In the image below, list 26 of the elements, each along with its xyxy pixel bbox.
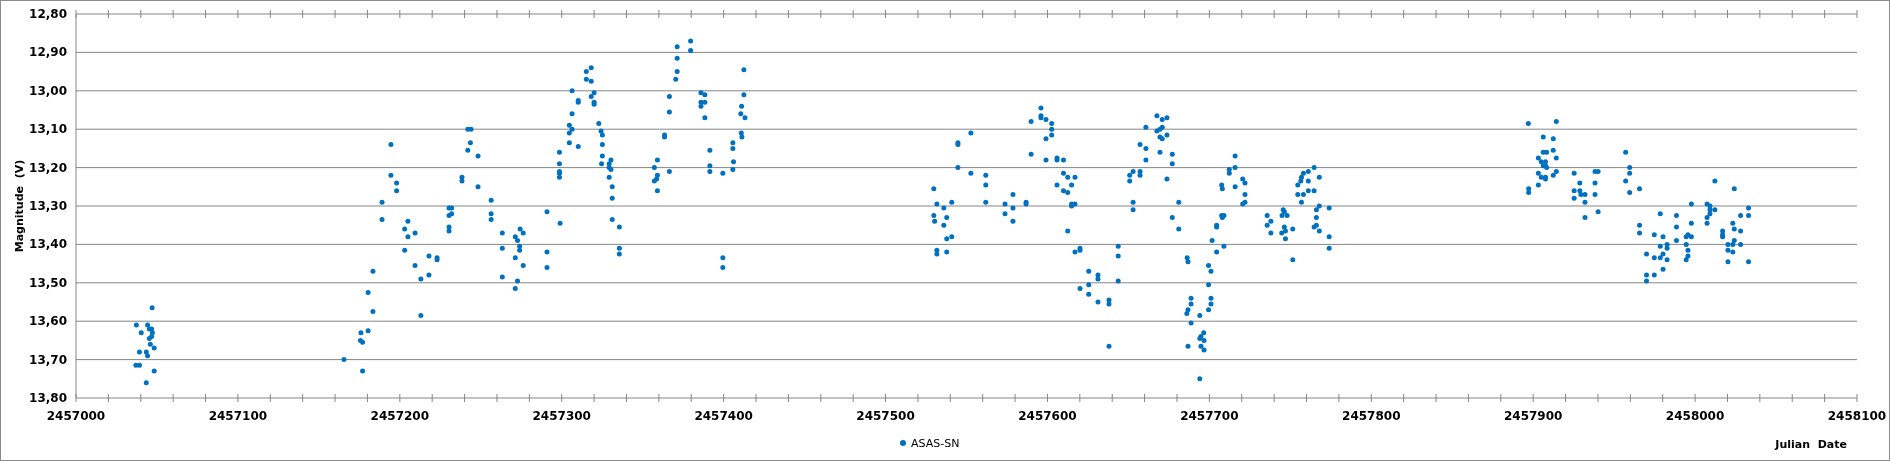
axis-label: 2457500 [856,409,915,423]
axis-label: 13,30 [29,199,67,213]
axis-label: 13,00 [29,83,67,98]
axis-label: 2457600 [1018,409,1077,423]
axis-label: 13,20 [29,160,67,175]
axis-label: 12,90 [29,45,67,60]
axis-label: 13,50 [29,275,67,290]
axis-label: 2457000 [46,409,106,423]
axis-label: 12,80 [29,7,67,21]
axis-title: Julian Date [1775,438,1847,451]
axis-label: 2457200 [370,409,430,423]
axis-label: 2457800 [1342,409,1401,423]
axis-label: 13,60 [29,314,67,329]
axis-label: 2458000 [1665,409,1725,423]
legend-label: ASAS-SN [911,437,960,450]
axis-label: 2457300 [532,409,591,423]
axis-title: Magnitude (V) [13,159,26,253]
axis-label: 2457400 [694,409,753,423]
axis-label: 2457700 [1180,409,1239,423]
axis-label: 13,40 [29,237,67,252]
axis-label: 13,80 [29,391,67,405]
axis-label: 13,70 [29,352,67,367]
axis-label: 13,10 [29,122,67,137]
axis-label: 2458100 [1827,409,1887,423]
axis-label: 2457100 [208,409,268,423]
axis-label: 2457900 [1503,409,1563,423]
